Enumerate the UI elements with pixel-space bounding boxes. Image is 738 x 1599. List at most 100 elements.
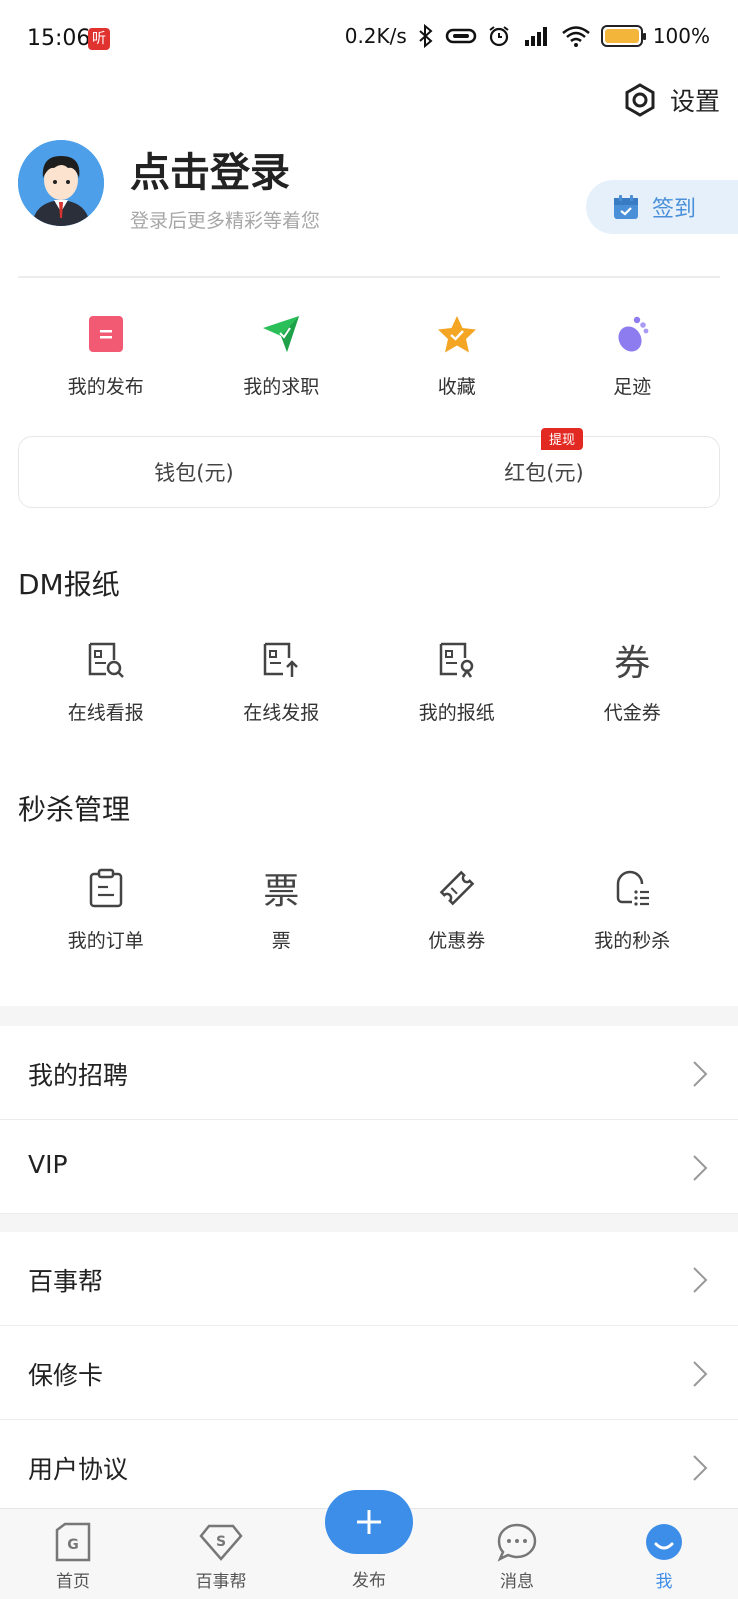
signal-icon — [524, 27, 547, 46]
flash-coupons[interactable]: 优惠券 — [369, 864, 545, 953]
send-icon — [263, 316, 300, 352]
quick-action-label: 足迹 — [613, 376, 652, 398]
alarm-icon — [489, 26, 509, 47]
dm-action-label: 在线发报 — [243, 702, 320, 724]
newspaper-upload-icon — [264, 642, 299, 677]
plus-icon — [357, 1510, 381, 1534]
withdraw-badge[interactable]: 提现 — [541, 428, 584, 450]
dm-actions: 在线看报 在线发报 我的报纸 券 代金券 — [18, 636, 720, 725]
chat-bubble-icon — [497, 1523, 537, 1562]
status-bar: 15:06 听 0.2K/s 100% — [0, 0, 738, 80]
clipboard-icon — [89, 868, 122, 908]
flash-action-label: 优惠券 — [428, 930, 486, 952]
menu-row-vip[interactable]: VIP — [0, 1120, 738, 1214]
flash-my-orders[interactable]: 我的订单 — [18, 864, 194, 953]
status-time: 15:06 — [27, 26, 91, 51]
diamond-icon: S — [199, 1524, 243, 1561]
network-speed: 0.2K/s — [344, 24, 407, 48]
tab-label: 我 — [655, 1572, 673, 1592]
flash-sale-icon — [617, 870, 650, 906]
login-subtitle: 登录后更多精彩等着您 — [130, 210, 321, 232]
chevron-right-icon — [693, 1455, 708, 1481]
login-title[interactable]: 点击登录 — [130, 140, 290, 198]
dm-action-label: 在线看报 — [67, 702, 144, 724]
coupon-icon — [439, 870, 475, 906]
menu-row-label: 百事帮 — [28, 1267, 104, 1296]
chevron-right-icon — [693, 1267, 708, 1293]
tab-label: 首页 — [56, 1572, 90, 1592]
quick-action-my-jobs[interactable]: 我的求职 — [194, 310, 370, 399]
flash-action-label: 我的订单 — [67, 930, 144, 952]
menu-row-label: VIP — [28, 1150, 68, 1179]
battery-fill — [604, 29, 639, 43]
menu-row-label: 保修卡 — [28, 1361, 104, 1390]
battery-percent: 100% — [652, 24, 710, 48]
wifi-icon — [562, 26, 590, 47]
flash-tickets[interactable]: 票 票 — [194, 864, 370, 953]
tab-me[interactable]: 我 — [614, 1509, 714, 1599]
flash-my-flash-sales[interactable]: 我的秒杀 — [545, 864, 721, 953]
voucher-icon: 券 — [614, 643, 651, 684]
home-icon: G — [55, 1522, 91, 1562]
menu-row-label: 用户协议 — [28, 1455, 129, 1484]
chevron-right-icon — [693, 1155, 708, 1181]
settings-label: 设置 — [669, 87, 720, 116]
wallet-balance[interactable]: 钱包(元) — [19, 437, 369, 507]
settings-hexagon-icon — [625, 83, 655, 117]
svg-text:S: S — [216, 1534, 226, 1550]
settings-button[interactable]: 设置 — [622, 80, 720, 120]
checkin-button[interactable]: 签到 — [586, 180, 738, 234]
publish-label: 发布 — [352, 1571, 386, 1591]
dm-action-label: 代金券 — [603, 702, 661, 724]
menu-row-label: 我的招聘 — [28, 1061, 129, 1090]
link-icon — [445, 28, 477, 44]
quick-action-my-posts[interactable]: 我的发布 — [18, 310, 194, 399]
calendar-icon — [614, 195, 638, 219]
menu-row-warranty-card[interactable]: 保修卡 — [0, 1326, 738, 1420]
quick-action-label: 收藏 — [437, 376, 476, 398]
ticket-icon: 票 — [263, 871, 300, 912]
dm-my-newspapers[interactable]: 我的报纸 — [369, 636, 545, 725]
quick-action-footprints[interactable]: 足迹 — [545, 310, 721, 399]
chevron-right-icon — [693, 1061, 708, 1087]
flash-action-label: 我的秒杀 — [594, 930, 671, 952]
star-icon — [437, 316, 476, 353]
menu-row-my-recruitment[interactable]: 我的招聘 — [0, 1026, 738, 1120]
flash-actions: 我的订单 票 票 优惠券 我的秒杀 — [18, 864, 720, 953]
tab-baishibang[interactable]: S 百事帮 — [171, 1509, 271, 1599]
tab-messages[interactable]: 消息 — [467, 1509, 567, 1599]
profile-page: 15:06 听 0.2K/s 100% 设置 点击登录 登录后更多精彩等着您 签… — [0, 0, 738, 1599]
quick-action-label: 我的发布 — [67, 376, 144, 398]
menu-row-baishibang[interactable]: 百事帮 — [0, 1232, 738, 1326]
divider — [18, 276, 720, 278]
quick-action-label: 我的求职 — [243, 376, 320, 398]
quick-action-favorites[interactable]: 收藏 — [369, 310, 545, 399]
user-smile-icon — [646, 1524, 682, 1560]
app-notification-icon: 听 — [88, 28, 110, 50]
dm-action-label: 我的报纸 — [418, 702, 495, 724]
svg-text:G: G — [67, 1537, 79, 1553]
dm-online-publish[interactable]: 在线发报 — [194, 636, 370, 725]
avatar[interactable] — [18, 140, 104, 226]
dm-vouchers[interactable]: 券 代金券 — [545, 636, 721, 725]
publish-button[interactable] — [325, 1490, 413, 1554]
status-indicators: 0.2K/s 100% — [345, 24, 710, 48]
tab-home[interactable]: G 首页 — [23, 1509, 123, 1599]
chevron-right-icon — [693, 1361, 708, 1387]
checkin-label: 签到 — [652, 197, 697, 222]
document-icon — [88, 316, 123, 352]
quick-actions: 我的发布 我的求职 收藏 足迹 — [18, 310, 720, 399]
section-gap — [0, 1214, 738, 1234]
dm-section-title: DM报纸 — [18, 568, 120, 601]
flash-action-label: 票 — [271, 930, 291, 952]
wallet-card: 钱包(元) 红包(元) — [18, 436, 720, 508]
tab-label: 百事帮 — [195, 1572, 247, 1592]
avatar-person-icon — [18, 140, 104, 226]
newspaper-user-icon — [439, 642, 473, 678]
dm-online-read[interactable]: 在线看报 — [18, 636, 194, 725]
newspaper-search-icon — [88, 642, 124, 678]
battery-icon — [600, 25, 646, 47]
flash-section-title: 秒杀管理 — [18, 793, 131, 826]
bluetooth-icon — [419, 24, 433, 48]
section-gap — [0, 1006, 738, 1026]
